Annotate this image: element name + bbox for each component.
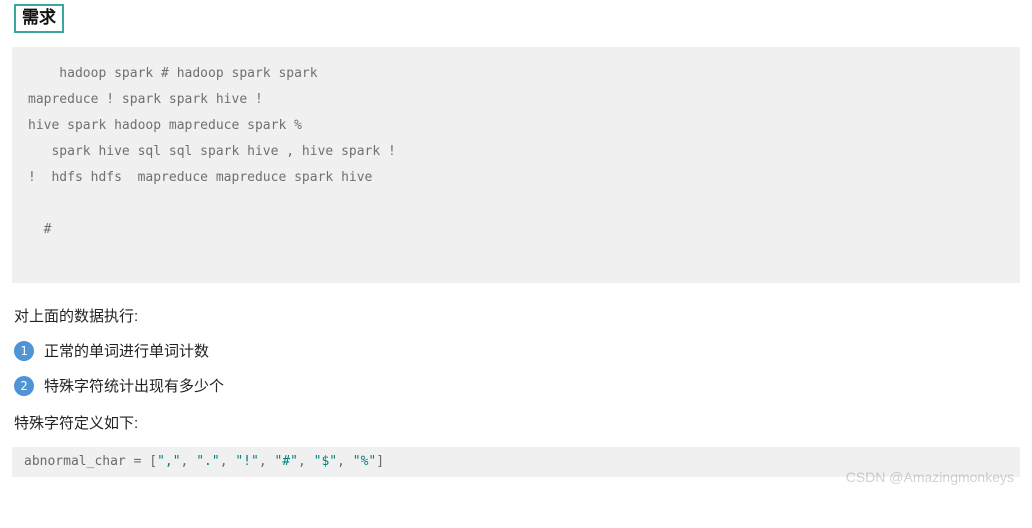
list-bullet: 2 (14, 376, 34, 396)
list-item-text: 正常的单词进行单词计数 (44, 340, 209, 361)
ordered-list: 1 正常的单词进行单词计数 2 特殊字符统计出现有多少个 (14, 340, 1020, 396)
list-bullet: 1 (14, 341, 34, 361)
subheading-paragraph: 特殊字符定义如下: (14, 412, 1020, 433)
list-item-text: 特殊字符统计出现有多少个 (44, 375, 224, 396)
list-item: 2 特殊字符统计出现有多少个 (14, 375, 1020, 396)
intro-paragraph: 对上面的数据执行: (14, 305, 1020, 326)
section-heading: 需求 (14, 4, 64, 33)
code-block-2: abnormal_char = [",", ".", "!", "#", "$"… (12, 447, 1020, 477)
list-item: 1 正常的单词进行单词计数 (14, 340, 1020, 361)
code-block-1: hadoop spark # hadoop spark spark mapred… (12, 47, 1020, 283)
